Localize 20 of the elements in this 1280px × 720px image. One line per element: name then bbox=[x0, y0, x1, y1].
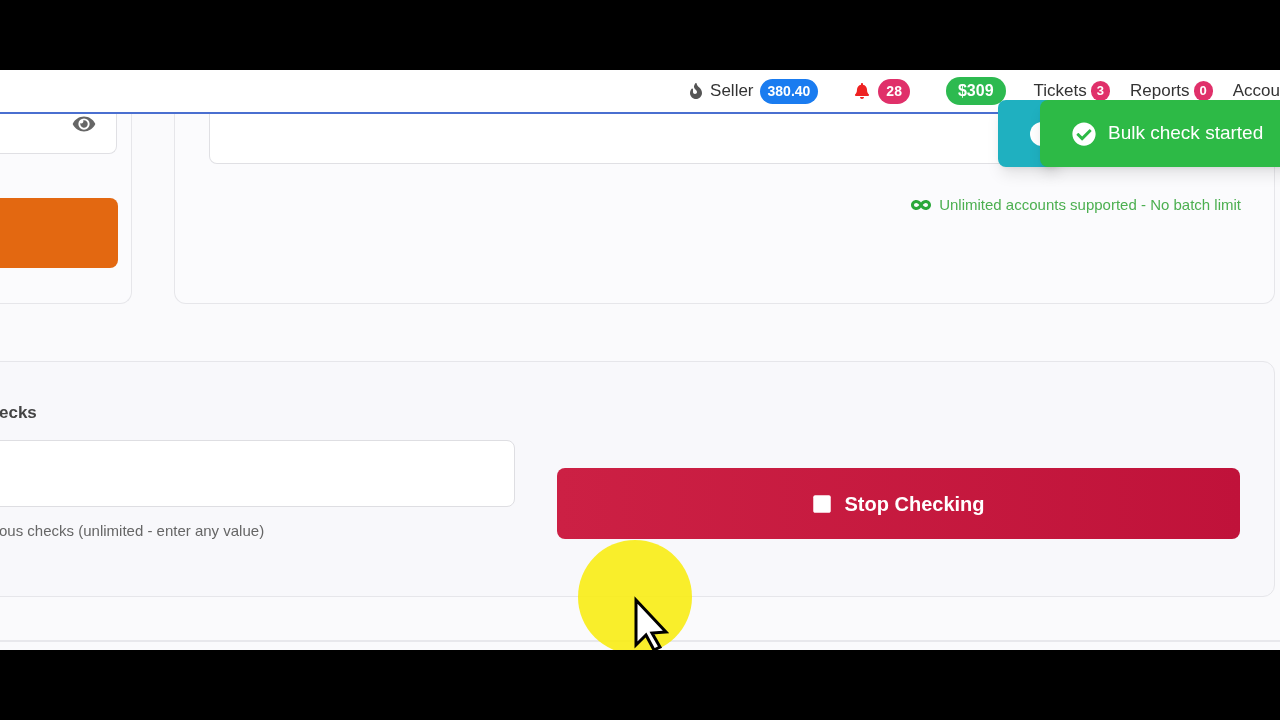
nav-count-badge: 3 bbox=[1090, 81, 1110, 101]
nav-count-badge: 0 bbox=[1193, 81, 1213, 101]
concurrency-help-text: ous checks (unlimited - enter any value) bbox=[0, 520, 266, 541]
nav-link[interactable]: Accou bbox=[1232, 78, 1280, 104]
bell-icon[interactable] bbox=[854, 83, 871, 99]
stop-checking-button[interactable]: Stop Checking bbox=[557, 468, 1240, 539]
toast-message: Bulk check started bbox=[1108, 121, 1264, 146]
nav-link[interactable]: Reports bbox=[1130, 78, 1190, 104]
seller-label: Seller bbox=[710, 80, 754, 103]
concurrency-label: ecks bbox=[0, 402, 38, 424]
notification-count-badge[interactable]: 28 bbox=[878, 78, 910, 104]
concurrency-input-field[interactable] bbox=[0, 439, 515, 507]
eye-icon[interactable] bbox=[72, 114, 96, 134]
seller-score-badge: 380.40 bbox=[759, 78, 819, 104]
password-field[interactable] bbox=[0, 114, 117, 154]
check-icon bbox=[1072, 121, 1096, 146]
accounts-note: Unlimited accounts supported - No batch limit bbox=[939, 195, 1241, 215]
stop-icon bbox=[812, 493, 833, 514]
flame-icon bbox=[688, 83, 705, 99]
nav-link[interactable]: Tickets bbox=[1033, 78, 1087, 104]
